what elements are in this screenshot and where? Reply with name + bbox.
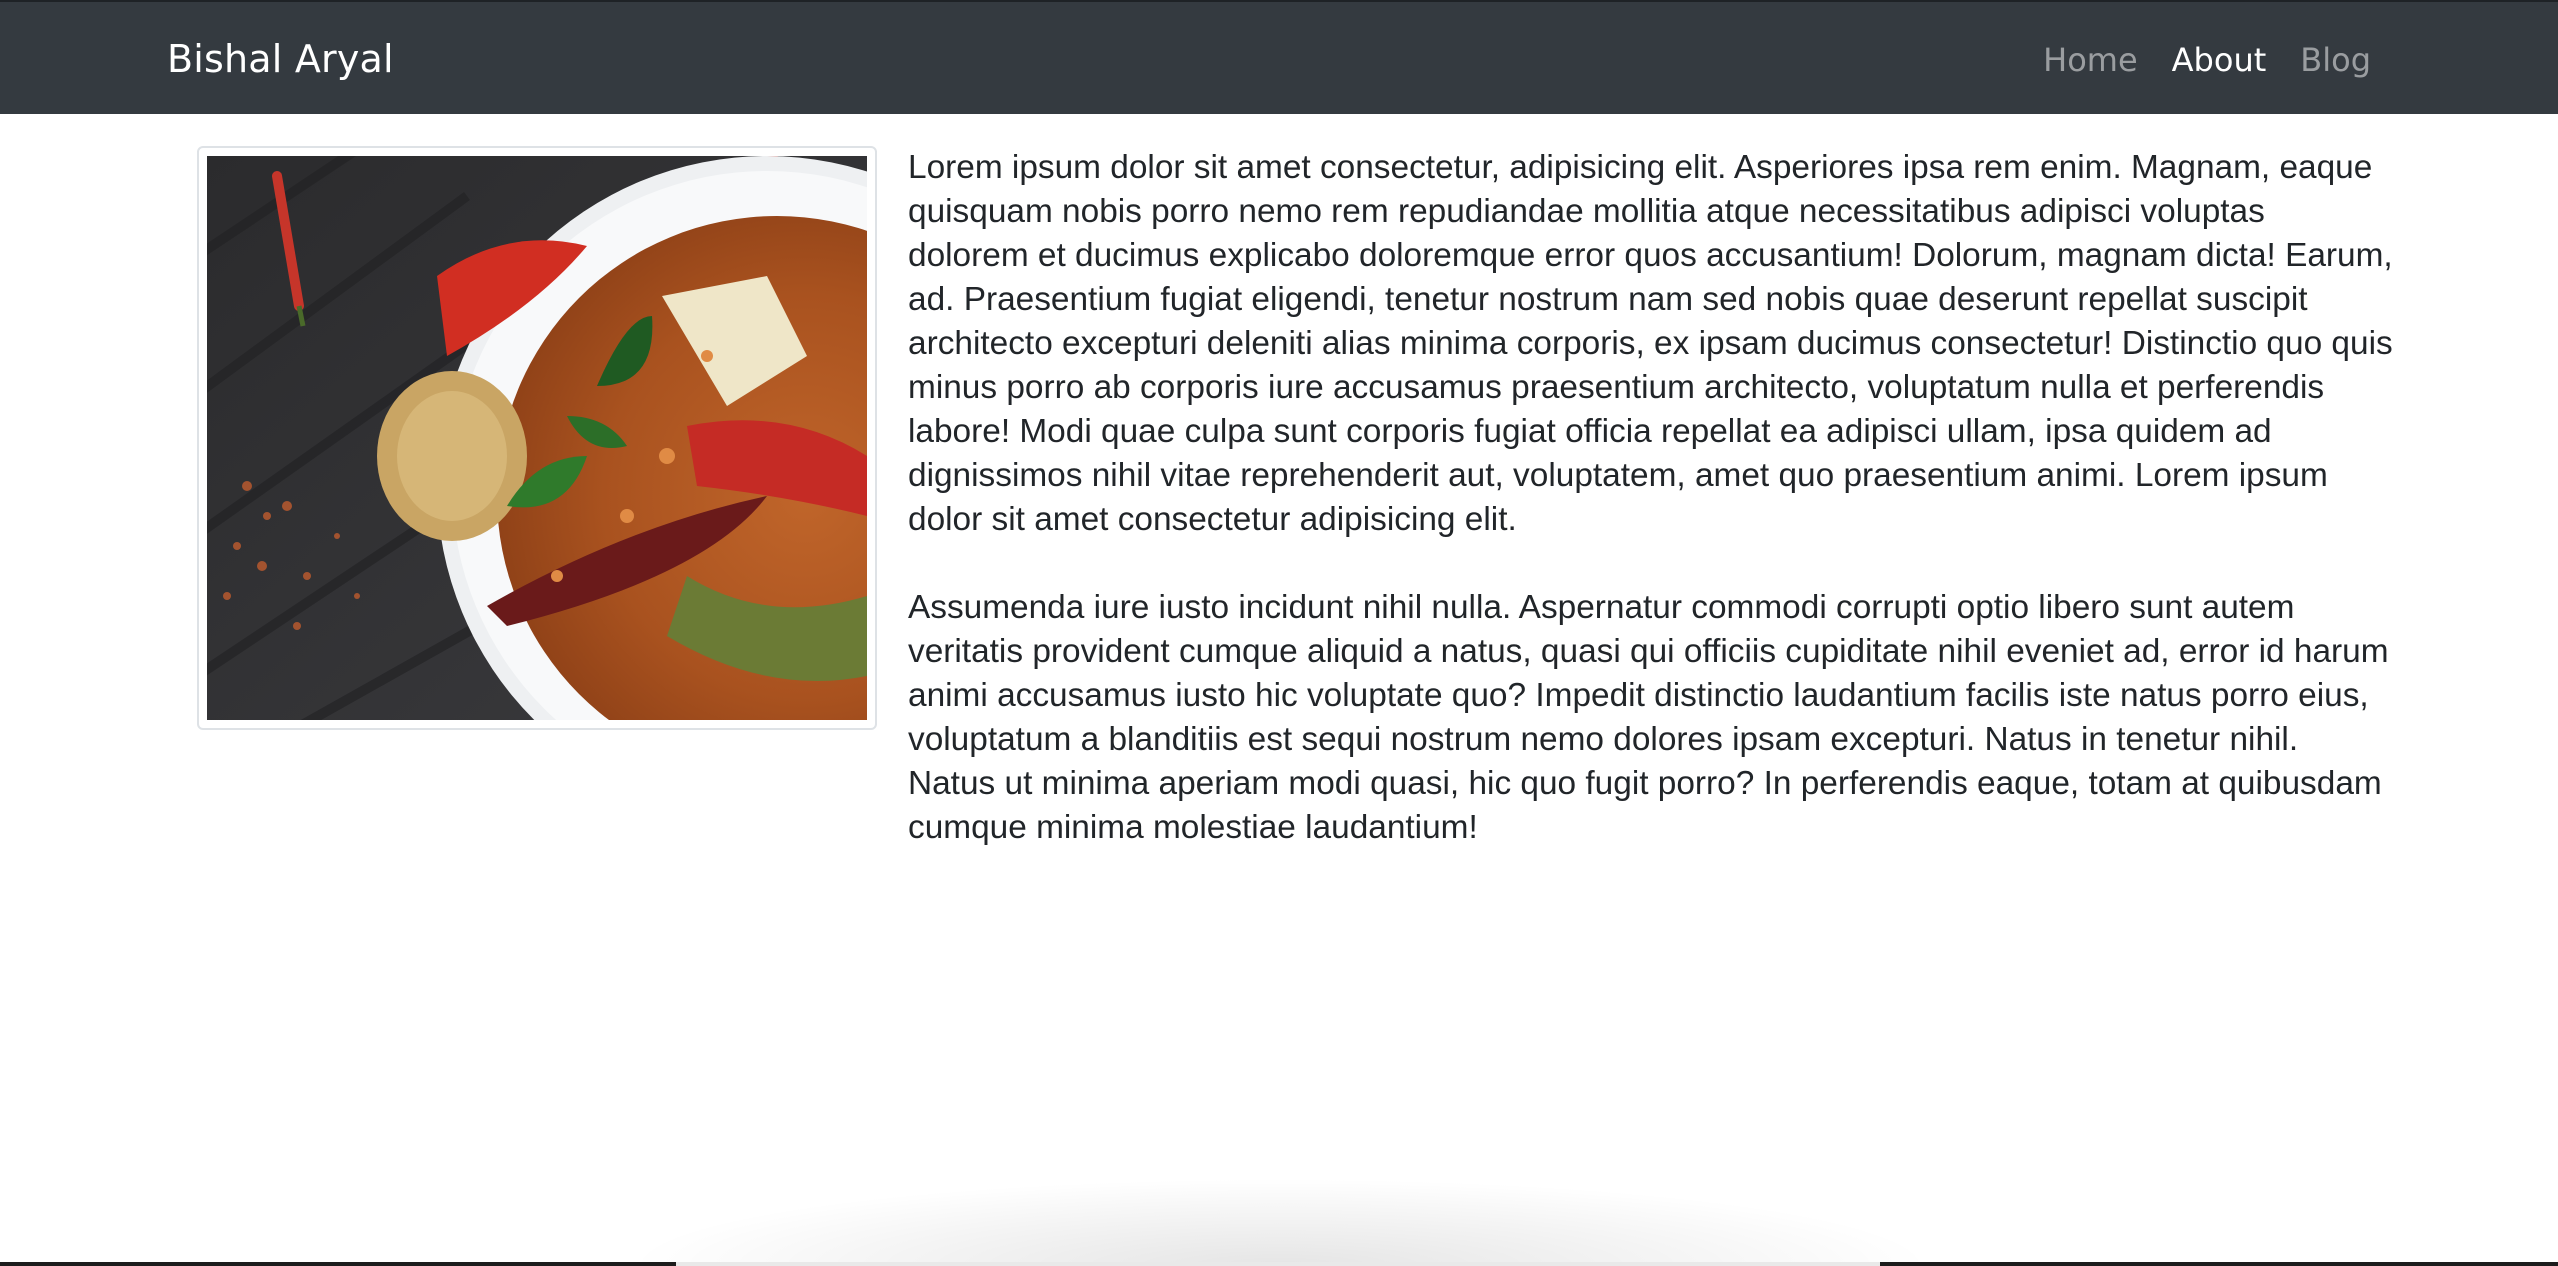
window-bottom-edge [0,1262,2558,1266]
nav-link-home[interactable]: Home [2043,36,2138,84]
bottom-shadow [640,1180,1920,1266]
curry-bowl-image [207,156,867,720]
top-navbar: Bishal Aryal Home About Blog [0,0,2558,114]
nav-link-blog[interactable]: Blog [2300,36,2371,84]
brand-link[interactable]: Bishal Aryal [167,32,394,86]
paragraph-2: Assumenda iure iusto incidunt nihil null… [908,589,2389,846]
nav-link-about[interactable]: About [2172,36,2267,84]
about-content: Lorem ipsum dolor sit amet consectetur, … [908,146,2394,894]
food-image-thumbnail [197,146,877,730]
nav-links: Home About Blog [2043,36,2371,84]
paragraph-1: Lorem ipsum dolor sit amet consectetur, … [908,149,2393,538]
